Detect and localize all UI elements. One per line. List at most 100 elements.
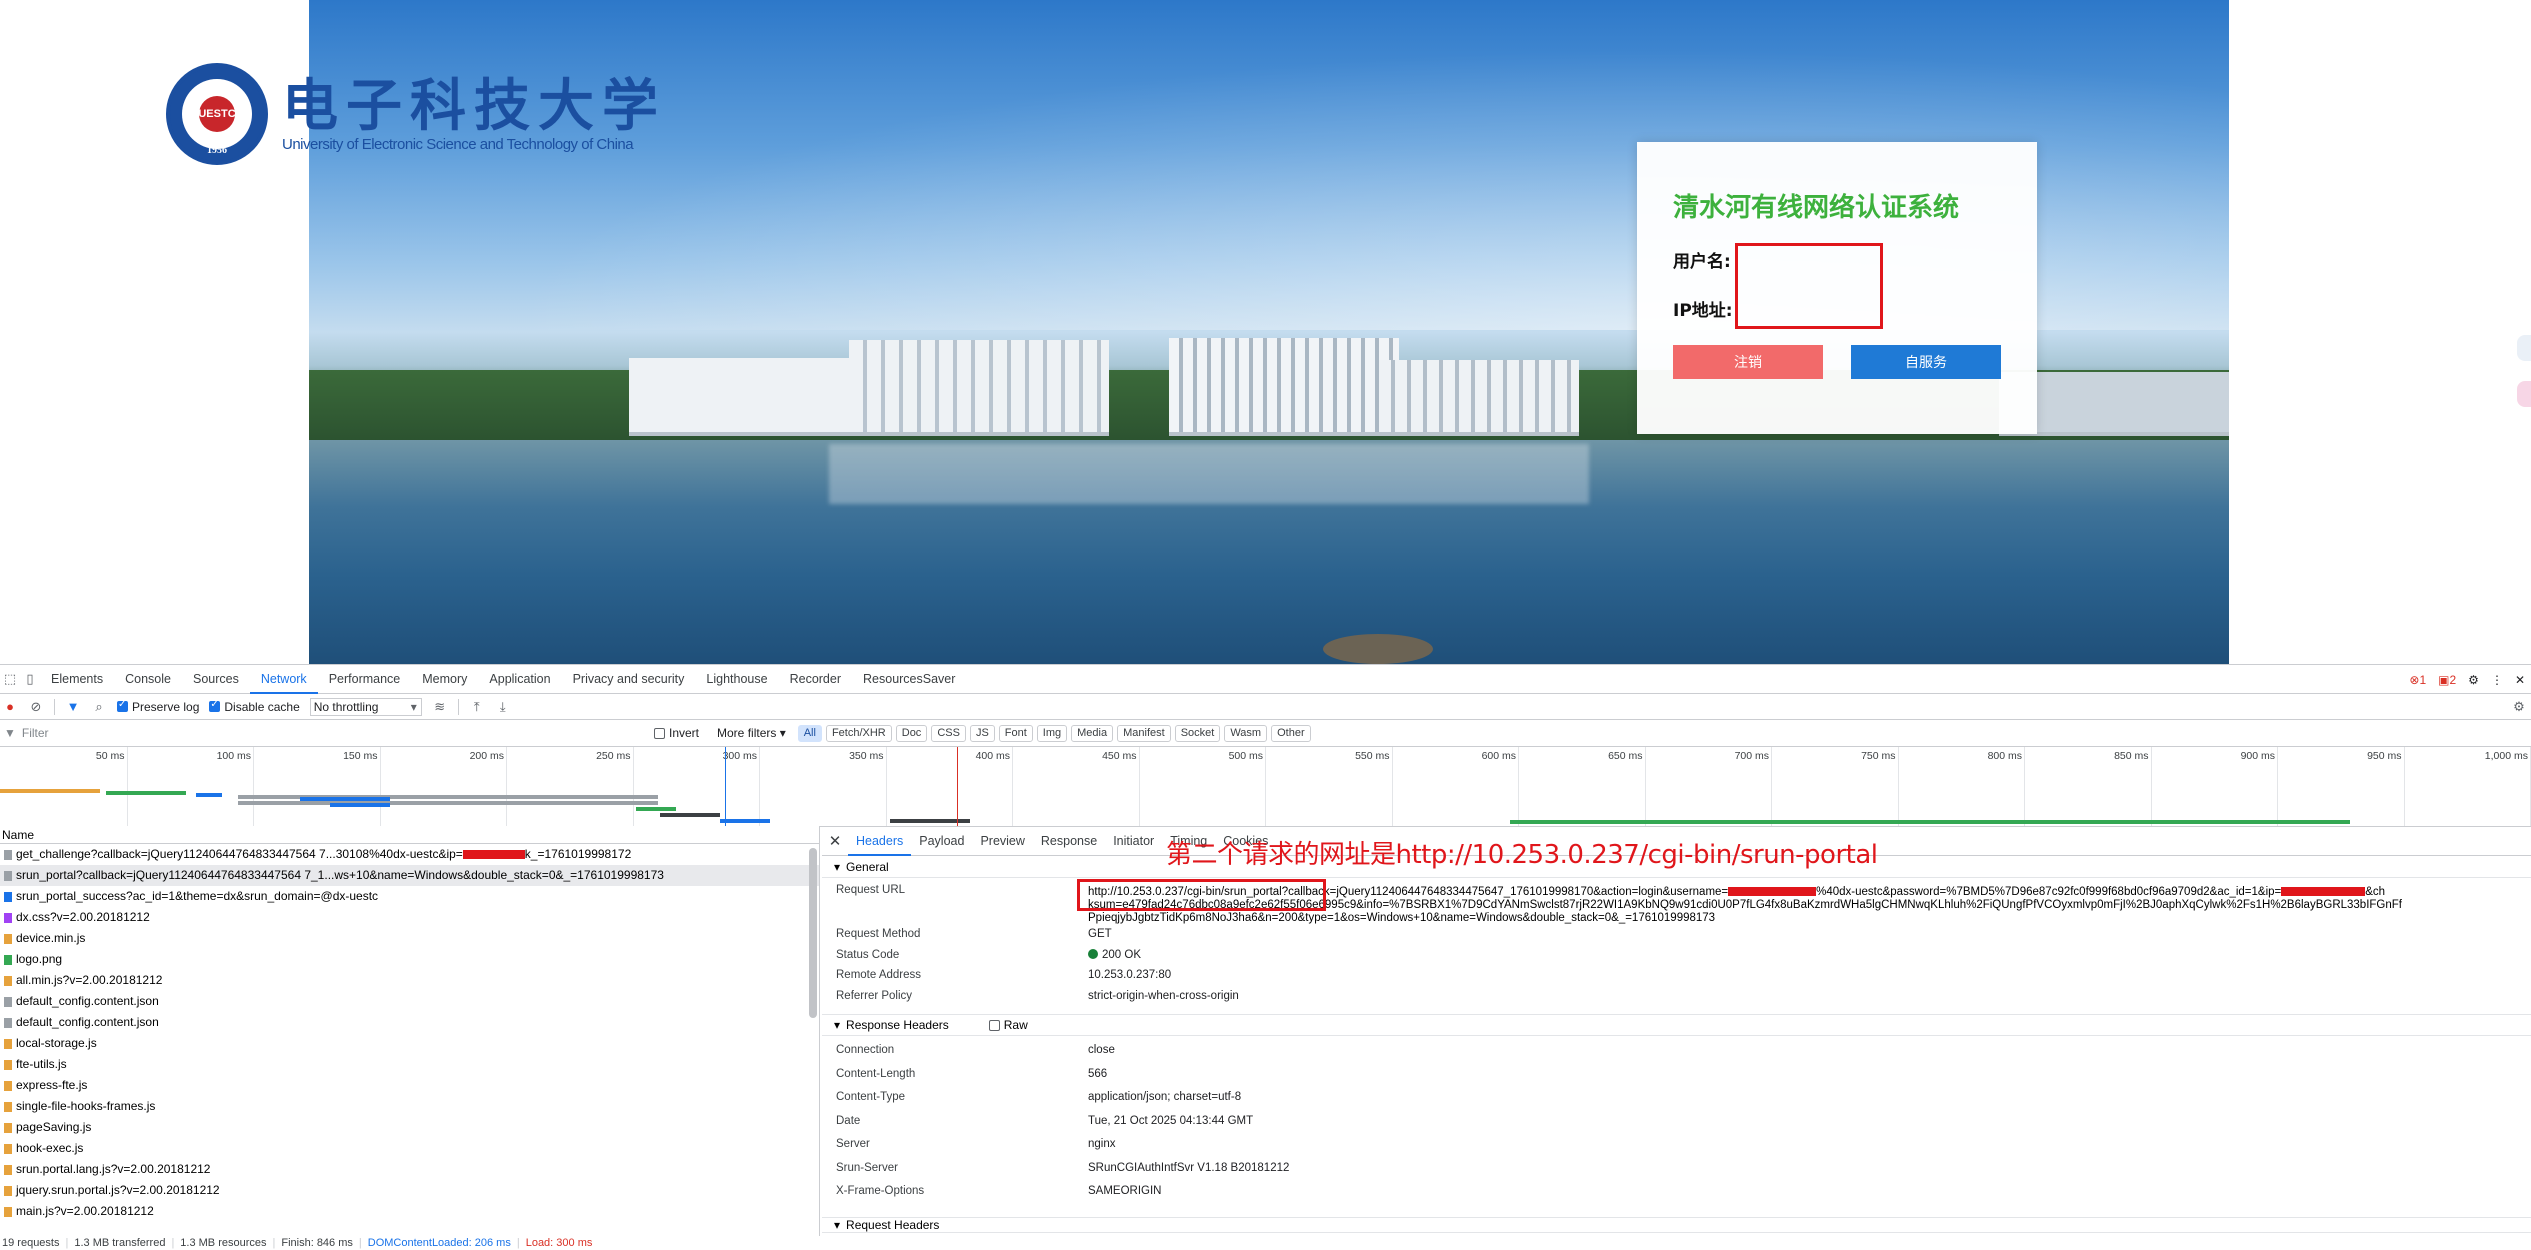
devtools-tab-memory[interactable]: Memory	[411, 665, 478, 694]
request-row[interactable]: local-storage.js	[0, 1033, 819, 1054]
request-row[interactable]: dx.css?v=2.00.20181212	[0, 907, 819, 928]
logout-button[interactable]: 注销	[1673, 345, 1823, 379]
devtools-tab-sources[interactable]: Sources	[182, 665, 250, 694]
request-row[interactable]: single-file-hooks-frames.js	[0, 1096, 819, 1117]
header-value-text: GET	[1088, 928, 1112, 940]
devtools-tab-recorder[interactable]: Recorder	[779, 665, 852, 694]
error-count-badge[interactable]: ⊗1	[2409, 673, 2426, 687]
details-tab-payload[interactable]: Payload	[911, 826, 972, 856]
request-row[interactable]: srun.portal.lang.js?v=2.00.20181212	[0, 1159, 819, 1180]
issue-count-badge[interactable]: ▣2	[2438, 673, 2456, 687]
throttling-select[interactable]: No throttling	[309, 697, 422, 716]
filter-chip-js[interactable]: JS	[969, 724, 995, 742]
invert-checkbox[interactable]: Invert	[654, 726, 699, 740]
timeline-bar	[330, 803, 390, 807]
network-settings-icon[interactable]: ⚙	[2511, 699, 2527, 715]
filter-input[interactable]: ▼ Filter	[4, 723, 654, 743]
filter-chip-css[interactable]: CSS	[931, 724, 966, 742]
request-name: get_challenge?callback=jQuery11240644764…	[16, 847, 463, 861]
inspect-element-icon[interactable]: ⬚	[0, 671, 20, 687]
request-row[interactable]: default_config.content.json	[0, 1012, 819, 1033]
filter-chip-manifest[interactable]: Manifest	[1117, 724, 1171, 742]
university-logo: UESTC 1956 电子科技大学 University of Electron…	[166, 63, 666, 165]
request-headers-section-header[interactable]: ▾ Request Headers	[822, 1216, 2531, 1233]
header-value-text: SAMEORIGIN	[1088, 1185, 1162, 1197]
devtools-tab-elements[interactable]: Elements	[40, 665, 114, 694]
device-toolbar-icon[interactable]: ▯	[20, 671, 40, 687]
request-row[interactable]: logo.png	[0, 949, 819, 970]
more-options-icon[interactable]: ⋮	[2491, 673, 2503, 687]
filter-chip-other[interactable]: Other	[1271, 724, 1311, 742]
export-har-icon[interactable]: ⤓	[495, 699, 511, 715]
filter-chip-media[interactable]: Media	[1071, 724, 1114, 742]
request-url-label: Request URL	[836, 884, 906, 896]
preserve-log-checkbox[interactable]: Preserve log	[117, 699, 199, 714]
filter-icon[interactable]: ▼	[65, 699, 81, 714]
details-tab-preview[interactable]: Preview	[972, 826, 1032, 856]
timeline-bar	[0, 789, 100, 793]
close-devtools-icon[interactable]: ✕	[2515, 673, 2525, 687]
more-filters-dropdown[interactable]: More filters ▾	[717, 726, 786, 740]
filter-chip-img[interactable]: Img	[1036, 724, 1068, 742]
request-name: default_config.content.json	[16, 994, 159, 1008]
request-row[interactable]: jquery.srun.portal.js?v=2.00.20181212	[0, 1180, 819, 1201]
import-har-icon[interactable]: ⤒	[469, 699, 485, 715]
side-float-widget[interactable]	[2517, 381, 2531, 407]
network-conditions-icon[interactable]: ≋	[432, 699, 448, 715]
header-name: Srun-Server	[836, 1161, 898, 1174]
devtools-tab-lighthouse[interactable]: Lighthouse	[695, 665, 778, 694]
header-name: Content-Length	[836, 1067, 916, 1080]
request-name: all.min.js?v=2.00.20181212	[16, 973, 163, 987]
clear-icon[interactable]: ⊘	[28, 699, 44, 715]
devtools-tab-resourcessaver[interactable]: ResourcesSaver	[852, 665, 966, 694]
devtools-tab-network[interactable]: Network	[249, 665, 318, 694]
request-row[interactable]: all.min.js?v=2.00.20181212	[0, 970, 819, 991]
timeline-tick-label: 200 ms	[469, 750, 504, 762]
details-tab-response[interactable]: Response	[1033, 826, 1105, 856]
header-row: X-Frame-Options SAMEORIGIN	[822, 1185, 2531, 1209]
filter-chip-all[interactable]: All	[797, 724, 822, 742]
request-row[interactable]: srun_portal?callback=jQuery1124064476483…	[0, 865, 819, 886]
filter-chip-doc[interactable]: Doc	[895, 724, 928, 742]
request-name: srun_portal?callback=jQuery1124064476483…	[16, 868, 664, 882]
devtools-tab-performance[interactable]: Performance	[318, 665, 412, 694]
request-list-scrollbar[interactable]	[809, 848, 817, 1018]
name-column-header[interactable]: Name	[0, 826, 819, 844]
settings-gear-icon[interactable]: ⚙	[2468, 673, 2479, 687]
self-service-button[interactable]: 自服务	[1851, 345, 2001, 379]
request-row[interactable]: hook-exec.js	[0, 1138, 819, 1159]
header-value: nginx	[1088, 1138, 1116, 1162]
university-seal-icon: UESTC 1956	[166, 63, 268, 165]
filter-chip-wasm[interactable]: Wasm	[1224, 724, 1268, 742]
raw-checkbox[interactable]: Raw	[988, 1014, 1028, 1036]
side-float-widget[interactable]	[2517, 335, 2531, 361]
filter-chip-font[interactable]: Font	[998, 724, 1033, 742]
filter-chip-fetch-xhr[interactable]: Fetch/XHR	[825, 724, 892, 742]
devtools-tab-application[interactable]: Application	[478, 665, 561, 694]
request-row[interactable]: get_challenge?callback=jQuery11240644764…	[0, 844, 819, 865]
devtools-tab-privacy-and-security[interactable]: Privacy and security	[562, 665, 696, 694]
header-row: Remote Address 10.253.0.237:80	[822, 969, 2531, 990]
response-headers-section-header[interactable]: ▾ Response Headers Raw	[822, 1014, 2531, 1036]
request-row[interactable]: fte-utils.js	[0, 1054, 819, 1075]
request-row[interactable]: srun_portal_success?ac_id=1&theme=dx&sru…	[0, 886, 819, 907]
search-icon[interactable]: ⌕	[91, 699, 107, 715]
redaction-box	[1728, 887, 1817, 897]
details-tab-initiator[interactable]: Initiator	[1105, 826, 1162, 856]
request-row[interactable]: express-fte.js	[0, 1075, 819, 1096]
devtools-tab-console[interactable]: Console	[114, 665, 182, 694]
record-icon[interactable]: ●	[2, 699, 18, 714]
request-row[interactable]: pageSaving.js	[0, 1117, 819, 1138]
timeline-tick: 750 ms	[1861, 747, 1899, 826]
disable-cache-checkbox[interactable]: Disable cache	[209, 699, 300, 714]
timeline-bar	[660, 813, 720, 817]
timeline-bar	[890, 819, 970, 823]
request-row[interactable]: main.js?v=2.00.20181212	[0, 1201, 819, 1222]
close-details-icon[interactable]: ✕	[822, 832, 848, 850]
request-name: logo.png	[16, 952, 63, 966]
network-overview-timeline[interactable]: 50 ms 100 ms 150 ms 200 ms 250 ms 300 ms 350 m…	[0, 747, 2531, 827]
request-row[interactable]: device.min.js	[0, 928, 819, 949]
request-row[interactable]: default_config.content.json	[0, 991, 819, 1012]
filter-chip-socket[interactable]: Socket	[1174, 724, 1221, 742]
details-tab-headers[interactable]: Headers	[848, 826, 912, 856]
